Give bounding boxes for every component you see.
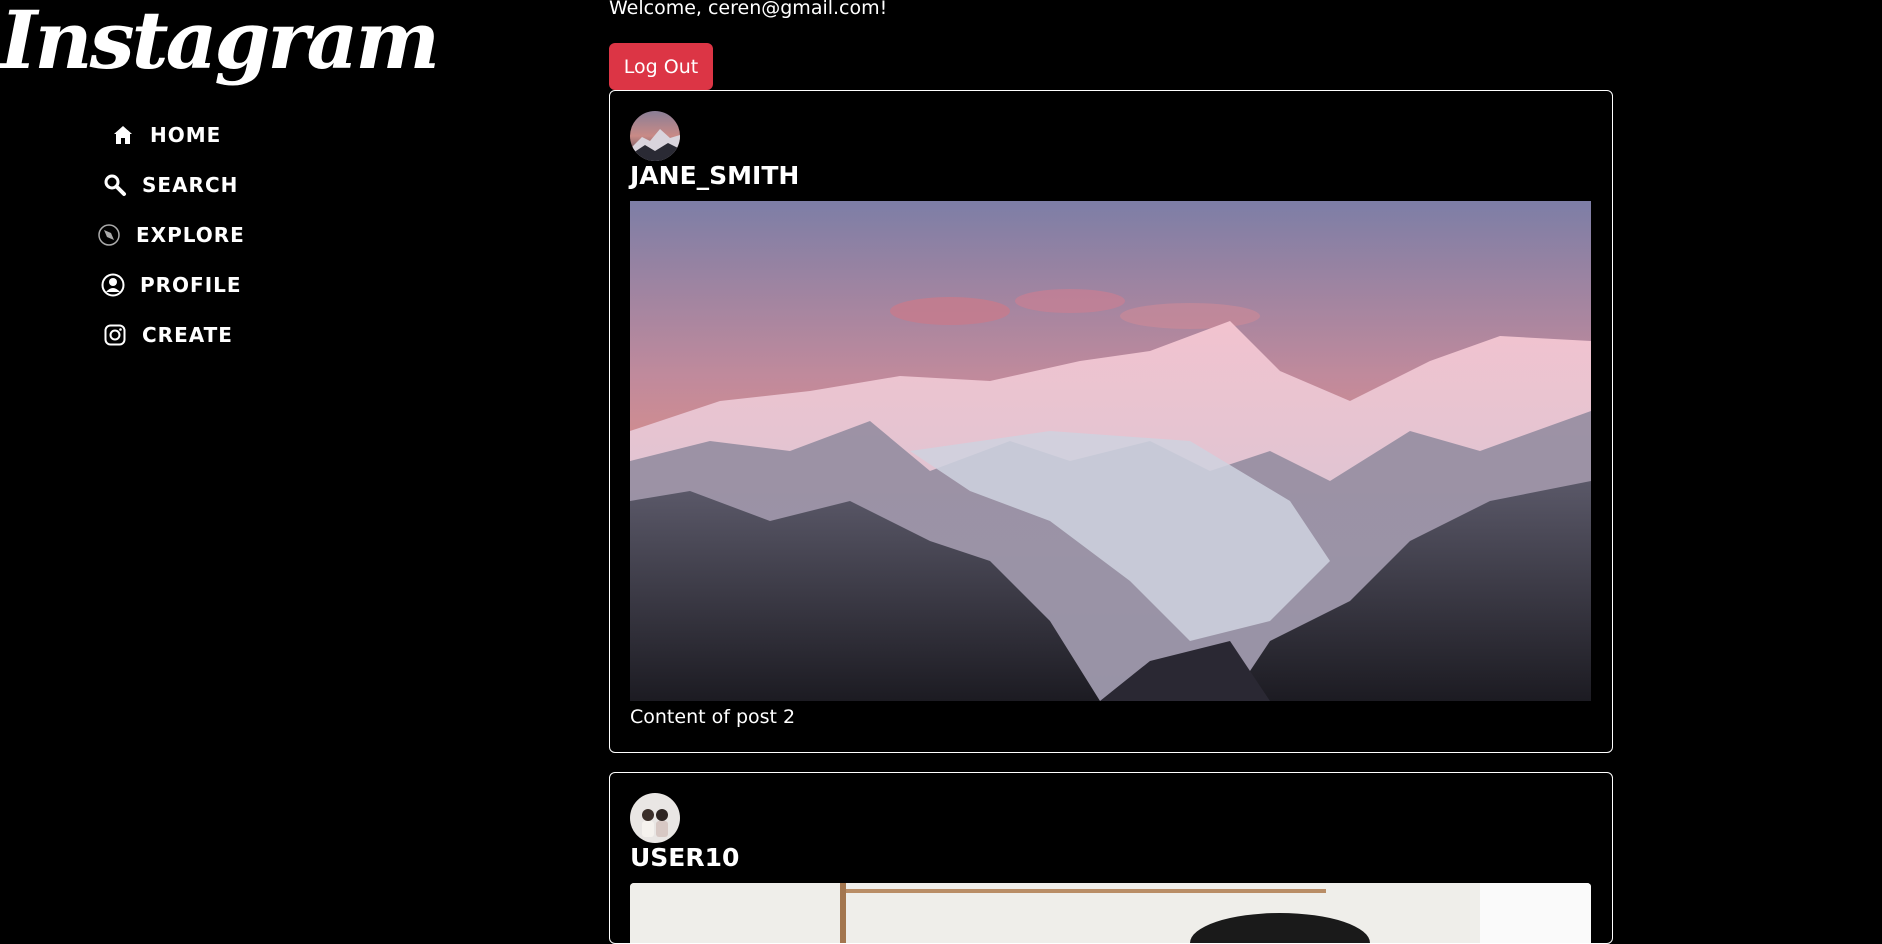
instagram-logo[interactable]: Instagram — [0, 0, 440, 90]
instagram-camera-icon — [102, 322, 128, 348]
logout-button[interactable]: Log Out — [609, 43, 713, 90]
post-image — [630, 883, 1591, 943]
nav-item-profile[interactable]: PROFILE — [100, 272, 242, 298]
nav-item-home[interactable]: HOME — [110, 122, 221, 148]
avatar[interactable] — [630, 111, 680, 161]
post-card: JANE_SMITH Content of post 2 — [609, 90, 1613, 753]
nav-label-home: HOME — [150, 123, 222, 147]
sidebar: Instagram HOME SEARCH EXPLORE PROFILE CR… — [0, 0, 440, 922]
nav-label-search: SEARCH — [142, 173, 239, 197]
avatar[interactable] — [630, 793, 680, 843]
nav-label-profile: PROFILE — [140, 273, 242, 297]
nav-item-explore[interactable]: EXPLORE — [96, 222, 245, 248]
profile-icon — [100, 272, 126, 298]
nav-item-create[interactable]: CREATE — [102, 322, 233, 348]
post-username[interactable]: JANE_SMITH — [630, 161, 799, 190]
nav-item-search[interactable]: SEARCH — [102, 172, 238, 198]
home-icon — [110, 122, 136, 148]
nav-label-explore: EXPLORE — [136, 223, 245, 247]
post-card: USER10 — [609, 772, 1613, 944]
search-icon — [102, 172, 128, 198]
post-username[interactable]: USER10 — [630, 843, 739, 872]
nav-label-create: CREATE — [142, 323, 233, 347]
compass-icon — [96, 222, 122, 248]
welcome-message: Welcome, ceren@gmail.com! — [609, 0, 888, 19]
post-image — [630, 201, 1591, 701]
post-caption: Content of post 2 — [630, 706, 796, 728]
